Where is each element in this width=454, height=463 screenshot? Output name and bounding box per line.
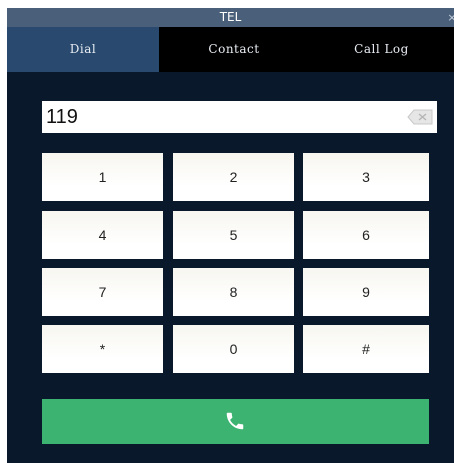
key-6[interactable]: 6 — [303, 211, 429, 259]
tab-bar: Dial Contact Call Log — [7, 27, 454, 72]
key-hash[interactable]: # — [303, 325, 429, 373]
title-bar: TEL × — [7, 8, 454, 27]
key-9[interactable]: 9 — [303, 268, 429, 316]
key-5[interactable]: 5 — [173, 211, 294, 259]
dialed-number: 119 — [46, 106, 78, 128]
key-4[interactable]: 4 — [42, 211, 163, 259]
key-7[interactable]: 7 — [42, 268, 163, 316]
tel-window: TEL × Dial Contact Call Log 119 1 2 3 4 … — [7, 8, 454, 463]
dial-panel: 119 1 2 3 4 5 6 7 8 9 * 0 # — [7, 72, 454, 463]
key-0[interactable]: 0 — [173, 325, 294, 373]
key-1[interactable]: 1 — [42, 153, 163, 201]
window-title: TEL — [219, 10, 242, 24]
key-2[interactable]: 2 — [173, 153, 294, 201]
tab-dial[interactable]: Dial — [7, 27, 159, 72]
key-8[interactable]: 8 — [173, 268, 294, 316]
key-3[interactable]: 3 — [303, 153, 429, 201]
close-icon[interactable]: × — [447, 8, 454, 27]
tab-contact[interactable]: Contact — [159, 27, 309, 72]
key-star[interactable]: * — [42, 325, 163, 373]
phone-icon — [226, 412, 244, 430]
tab-call-log[interactable]: Call Log — [309, 27, 454, 72]
number-display[interactable]: 119 — [42, 101, 437, 133]
backspace-icon[interactable] — [407, 109, 433, 125]
call-button[interactable] — [42, 399, 429, 444]
